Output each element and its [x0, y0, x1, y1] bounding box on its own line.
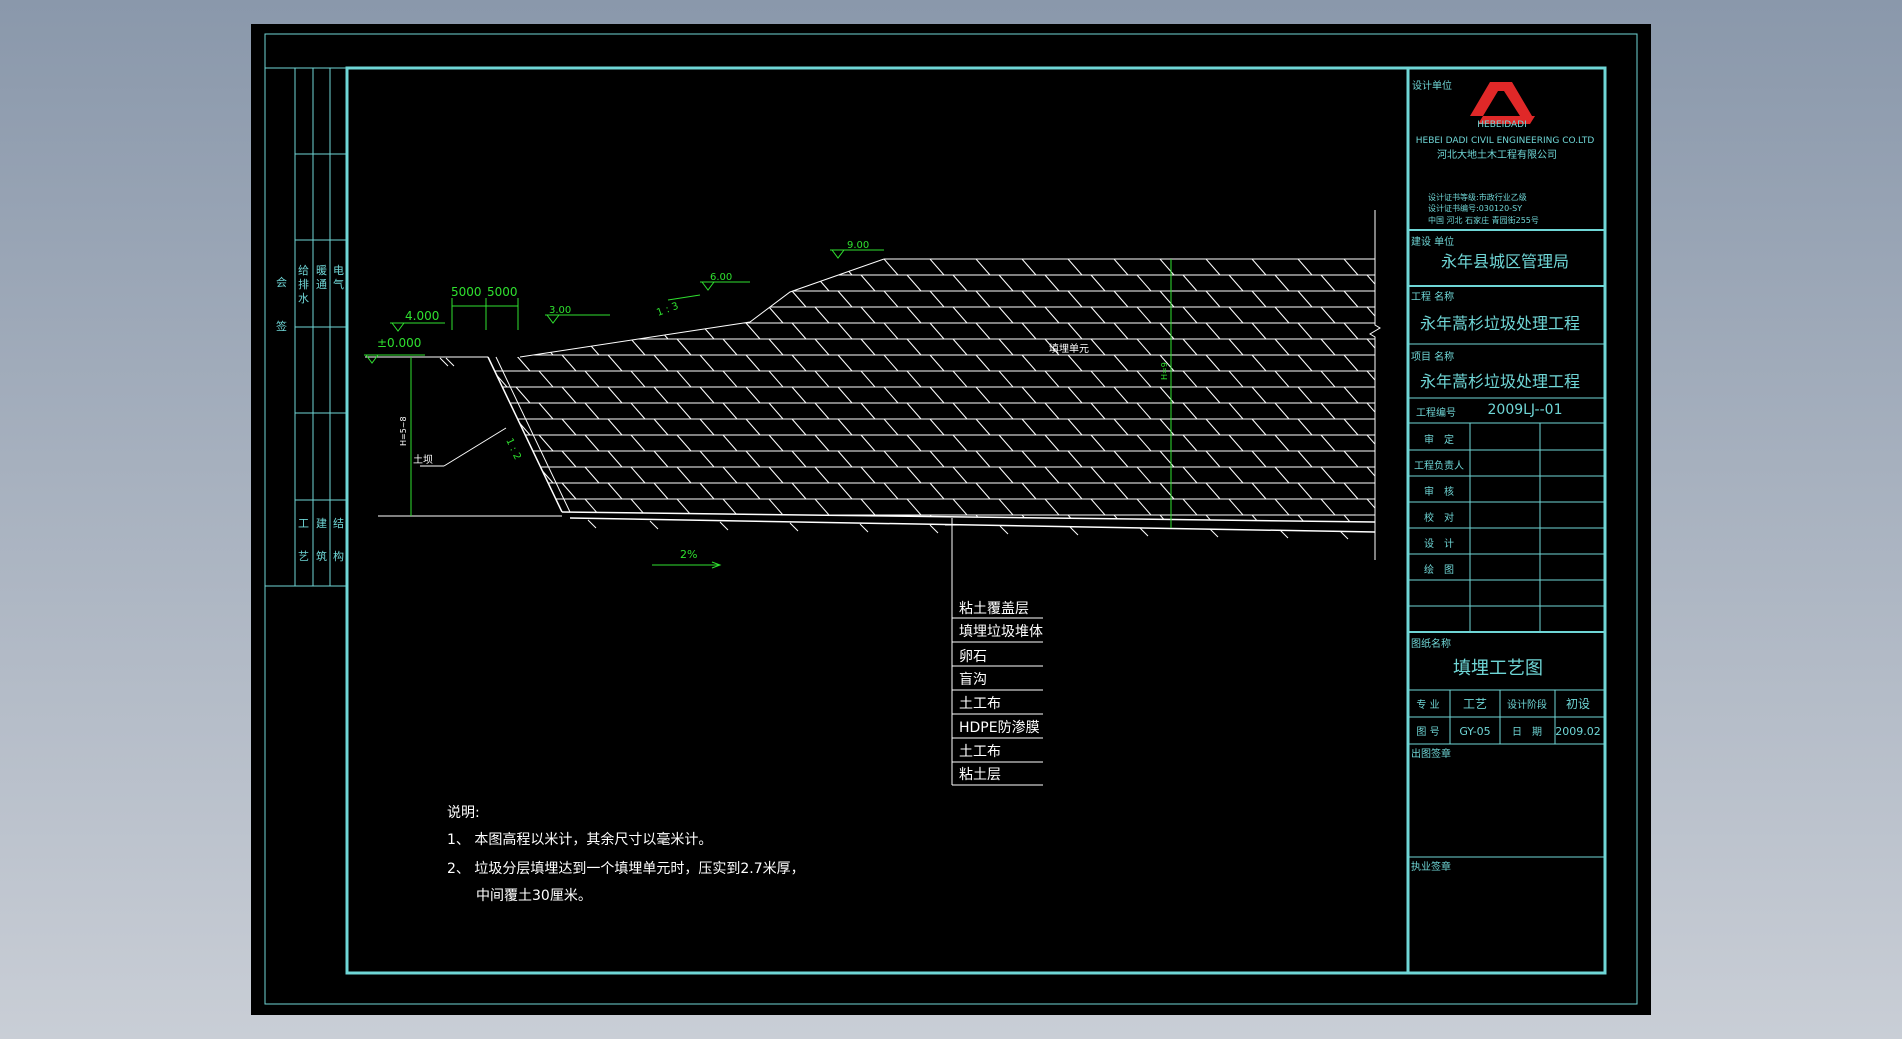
role-draw: 绘 图	[1424, 563, 1454, 576]
issue-seal-label: 出图签章	[1411, 747, 1451, 760]
notes-line-3: 中间覆土30厘米。	[476, 888, 592, 904]
layer-3: 卵石	[959, 649, 987, 665]
layer-2: 填埋垃圾堆体	[959, 624, 1043, 640]
project-no-value: 2009LJ--01	[1488, 402, 1563, 418]
layer-1: 粘土覆盖层	[959, 601, 1029, 617]
dim-5000-a: 5000	[451, 285, 482, 299]
project-value: 永年蒿杉垃圾处理工程	[1420, 314, 1580, 333]
discipline-value: 工艺	[1463, 697, 1487, 711]
role-lead: 工程负责人	[1414, 459, 1464, 472]
disc-elec-2: 气	[333, 277, 344, 291]
disc-proc-1: 工	[298, 517, 309, 530]
license-seal-label: 执业签章	[1411, 860, 1451, 873]
item-label: 项目 名称	[1411, 350, 1454, 363]
elev-0: ±0.000	[377, 336, 421, 350]
logo-text: HEBEIDADI	[1477, 120, 1526, 130]
depth-label: H=5~8	[399, 416, 408, 446]
drawing-no-value: GY-05	[1459, 725, 1490, 738]
layer-6: HDPE防渗膜	[959, 720, 1040, 736]
elev-900: 9.00	[847, 240, 869, 251]
role-design: 设 计	[1424, 537, 1454, 550]
sign-char-2: 签	[276, 319, 287, 333]
notes-title: 说明:	[447, 805, 480, 821]
role-review: 审 核	[1424, 485, 1454, 498]
elev-300: 3.00	[549, 305, 571, 316]
cad-drawing-canvas: 会 签 给 排 水 暖 通 电 气 工 艺 建 筑 结 构 设计单位 HEBEI…	[251, 24, 1651, 1015]
sign-char-1: 会	[276, 276, 287, 289]
disc-struct-1: 结	[333, 517, 344, 530]
dim-5000-b: 5000	[487, 285, 518, 299]
company-en: HEBEI DADI CIVIL ENGINEERING CO.LTD	[1416, 136, 1595, 146]
disc-arch-2: 筑	[316, 549, 327, 563]
disc-water-2: 排	[298, 277, 309, 291]
disc-water-3: 水	[298, 292, 309, 305]
cert-grade: 设计证书等级:市政行业乙级	[1428, 192, 1527, 202]
disc-elec-1: 电	[333, 264, 344, 277]
role-check: 校 对	[1424, 511, 1454, 524]
fill-unit-label: 填埋单元	[1049, 342, 1089, 355]
total-height-label: H=9	[1160, 362, 1169, 380]
soil-label: 土坝	[413, 453, 433, 466]
project-no-label: 工程编号	[1416, 406, 1456, 419]
layer-5: 土工布	[959, 696, 1001, 712]
client-value: 永年县城区管理局	[1441, 252, 1569, 271]
drawing-name-value: 填埋工艺图	[1453, 658, 1543, 679]
notes-line-2: 2、 垃圾分层填埋达到一个填埋单元时，压实到2.7米厚，	[447, 861, 805, 877]
layer-4: 盲沟	[959, 671, 987, 688]
client-label: 建设 单位	[1411, 235, 1454, 248]
date-value: 2009.02	[1555, 725, 1601, 738]
drawing-no-label: 图 号	[1416, 726, 1439, 738]
disc-hvac-2: 通	[316, 278, 327, 291]
date-label: 日 期	[1512, 726, 1542, 738]
discipline-label: 专 业	[1416, 698, 1439, 711]
bottom-slope-label: 2%	[680, 548, 697, 561]
elev-600: 6.00	[710, 272, 732, 283]
role-approve: 审 定	[1424, 433, 1454, 446]
company-address: 中国 河北 石家庄 青园街255号	[1428, 215, 1539, 225]
notes-line-1: 1、 本图高程以米计，其余尺寸以毫米计。	[447, 831, 712, 848]
drawing-name-label: 图纸名称	[1411, 637, 1451, 650]
stage-value: 初设	[1566, 697, 1590, 711]
company-cn: 河北大地土木工程有限公司	[1437, 148, 1557, 161]
project-label: 工程 名称	[1411, 290, 1454, 303]
design-unit-label: 设计单位	[1412, 79, 1452, 92]
elev-4000: 4.000	[405, 309, 439, 323]
layer-7: 土工布	[959, 744, 1001, 760]
layer-8: 粘土层	[959, 767, 1001, 783]
item-value: 永年蒿杉垃圾处理工程	[1420, 372, 1580, 391]
disc-water-1: 给	[298, 264, 309, 277]
cert-no: 设计证书编号:030120-SY	[1428, 203, 1522, 213]
disc-hvac-1: 暖	[316, 264, 327, 277]
disc-arch-1: 建	[316, 516, 327, 530]
disc-proc-2: 艺	[298, 550, 309, 563]
stage-label: 设计阶段	[1507, 698, 1547, 711]
disc-struct-2: 构	[333, 549, 344, 563]
